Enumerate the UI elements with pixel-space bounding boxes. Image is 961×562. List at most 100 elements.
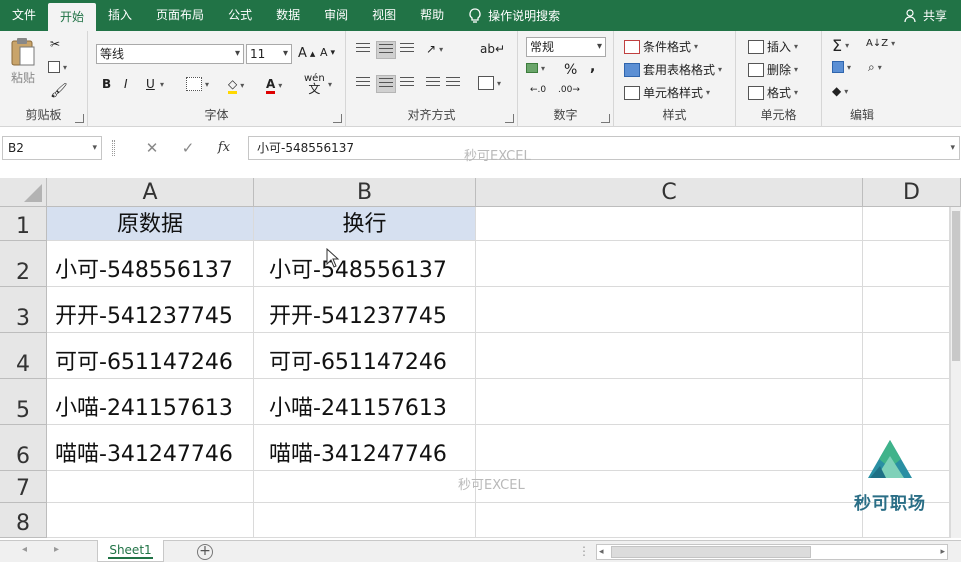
alignment-launcher-icon[interactable] [505, 114, 514, 123]
cell-b3[interactable]: 开开-541237745 [254, 287, 476, 333]
insert-cells-button[interactable]: 插入 ▾ [748, 38, 798, 55]
cell-a1[interactable]: 原数据 [47, 207, 254, 241]
align-left-icon[interactable] [356, 77, 370, 89]
cell-d5[interactable] [863, 379, 950, 425]
wrap-text-icon[interactable]: ab↵ [480, 42, 505, 56]
cell-d1[interactable] [863, 207, 950, 241]
cell-b8[interactable] [254, 503, 476, 538]
shrink-font-icon[interactable]: A ▾ [320, 46, 335, 59]
row-header-6[interactable]: 6 [0, 425, 47, 471]
increase-indent-icon[interactable] [446, 77, 460, 89]
tab-formulas[interactable]: 公式 [216, 0, 264, 31]
copy-icon[interactable]: ▾ [48, 61, 67, 73]
cell-b2[interactable]: 小可-548556137 [254, 241, 476, 287]
delete-cells-button[interactable]: 删除 ▾ [748, 61, 798, 78]
cell-b5[interactable]: 小喵-241157613 [254, 379, 476, 425]
cell-c8[interactable] [476, 503, 863, 538]
tab-view[interactable]: 视图 [360, 0, 408, 31]
vertical-scrollbar[interactable] [950, 207, 961, 538]
column-header-a[interactable]: A [47, 178, 254, 207]
cell-c3[interactable] [476, 287, 863, 333]
row-header-2[interactable]: 2 [0, 241, 47, 287]
tab-help[interactable]: 帮助 [408, 0, 456, 31]
cell-a3[interactable]: 开开-541237745 [47, 287, 254, 333]
cell-a8[interactable] [47, 503, 254, 538]
clear-icon[interactable]: ◆ ▾ [832, 84, 848, 98]
cell-b6[interactable]: 喵喵-341247746 [254, 425, 476, 471]
orientation-icon[interactable]: ↗ ▾ [426, 42, 443, 56]
cell-c1[interactable] [476, 207, 863, 241]
font-launcher-icon[interactable] [333, 114, 342, 123]
accounting-format-icon[interactable]: ▾ [526, 63, 545, 73]
comma-button[interactable]: , [590, 59, 595, 75]
sort-filter-icon[interactable]: A↓Z ▾ [866, 38, 895, 49]
cell-d3[interactable] [863, 287, 950, 333]
bold-button[interactable]: B [102, 77, 111, 91]
italic-button[interactable]: I [124, 77, 128, 91]
cell-d2[interactable] [863, 241, 950, 287]
autosum-icon[interactable]: Σ ▾ [832, 36, 849, 55]
cut-icon[interactable]: ✂ [50, 37, 60, 51]
vertical-scroll-thumb[interactable] [952, 211, 960, 361]
insert-function-button[interactable]: fx [211, 136, 237, 160]
scroll-right-icon[interactable]: ▸ [940, 545, 945, 559]
cell-c2[interactable] [476, 241, 863, 287]
merge-center-icon[interactable]: ▾ [478, 76, 501, 90]
row-header-8[interactable]: 8 [0, 503, 47, 538]
cell-a7[interactable] [47, 471, 254, 503]
cell-d4[interactable] [863, 333, 950, 379]
tab-review[interactable]: 审阅 [312, 0, 360, 31]
decrease-indent-icon[interactable] [426, 77, 440, 89]
conditional-formatting-button[interactable]: 条件格式 ▾ [624, 38, 698, 55]
formula-input[interactable]: 小可-548556137 ▾ [248, 136, 960, 160]
cell-b7[interactable] [254, 471, 476, 503]
number-format-combo[interactable]: 常规 ▾ [526, 37, 606, 57]
borders-button[interactable]: ▾ [186, 77, 209, 91]
format-painter-icon[interactable]: 🖌 [50, 83, 68, 99]
cell-a2[interactable]: 小可-548556137 [47, 241, 254, 287]
column-header-c[interactable]: C [476, 178, 863, 207]
format-as-table-button[interactable]: 套用表格格式 ▾ [624, 61, 722, 78]
fill-icon[interactable]: ▾ [832, 61, 851, 73]
tell-me-search[interactable]: 操作说明搜索 [456, 7, 560, 24]
phonetic-button[interactable]: wén 文 [304, 74, 325, 96]
format-cells-button[interactable]: 格式 ▾ [748, 84, 798, 101]
fill-color-button[interactable]: ◇ ▾ [228, 77, 244, 94]
cell-a5[interactable]: 小喵-241157613 [47, 379, 254, 425]
scroll-left-icon[interactable]: ◂ [599, 545, 604, 559]
align-right-icon[interactable] [400, 77, 414, 89]
column-header-d[interactable]: D [863, 178, 961, 207]
font-size-combo[interactable]: 11 ▾ [246, 44, 292, 64]
tab-insert[interactable]: 插入 [96, 0, 144, 31]
find-select-icon[interactable]: ⌕ ▾ [868, 60, 882, 75]
cell-styles-button[interactable]: 单元格样式 ▾ [624, 84, 710, 101]
tab-splitter-icon[interactable]: ⋮ [578, 544, 590, 558]
row-header-5[interactable]: 5 [0, 379, 47, 425]
cell-b4[interactable]: 可可-651147246 [254, 333, 476, 379]
underline-button[interactable]: U [146, 77, 155, 91]
cancel-icon[interactable]: ✕ [139, 136, 165, 160]
percent-button[interactable]: % [564, 62, 577, 78]
decrease-decimal-icon[interactable]: .00→ [558, 85, 580, 95]
tab-page-layout[interactable]: 页面布局 [144, 0, 216, 31]
row-header-1[interactable]: 1 [0, 207, 47, 241]
row-header-3[interactable]: 3 [0, 287, 47, 333]
select-all-button[interactable] [0, 178, 47, 207]
cell-c5[interactable] [476, 379, 863, 425]
tab-file[interactable]: 文件 [0, 0, 48, 31]
name-box[interactable]: B2 ▾ [2, 136, 102, 160]
horizontal-scroll-thumb[interactable] [611, 546, 811, 558]
align-center-icon[interactable] [376, 75, 396, 93]
cell-a6[interactable]: 喵喵-341247746 [47, 425, 254, 471]
add-sheet-icon[interactable]: + [197, 544, 213, 560]
cell-a4[interactable]: 可可-651147246 [47, 333, 254, 379]
share-button[interactable]: 共享 [904, 0, 947, 31]
font-color-button[interactable]: A ▾ [266, 77, 282, 94]
grow-font-icon[interactable]: A ▴ [298, 46, 315, 61]
cell-c4[interactable] [476, 333, 863, 379]
cell-c7[interactable] [476, 471, 863, 503]
enter-icon[interactable]: ✓ [175, 136, 201, 160]
tab-home[interactable]: 开始 [48, 3, 97, 31]
prev-sheet-icon[interactable]: ◂ [22, 544, 27, 555]
chevron-down-icon[interactable]: ▾ [328, 80, 332, 89]
